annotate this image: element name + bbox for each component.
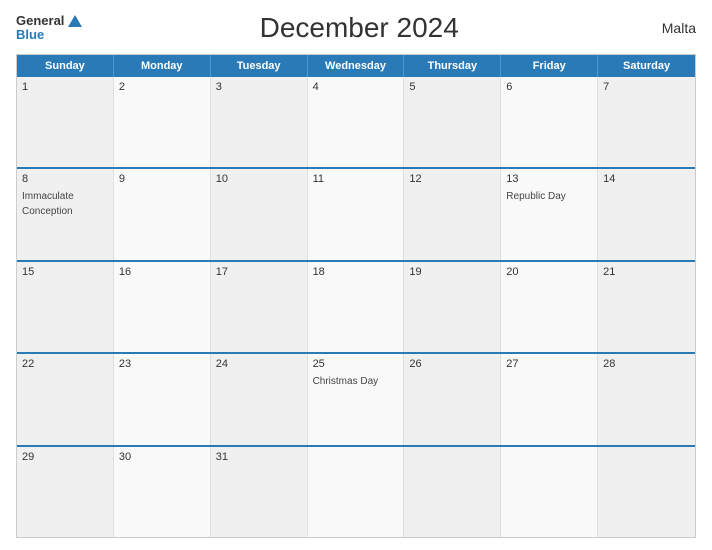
day-cell: 23 (114, 354, 211, 444)
day-cell-empty (308, 447, 405, 537)
day-headers-row: Sunday Monday Tuesday Wednesday Thursday… (17, 55, 695, 77)
country-label: Malta (636, 20, 696, 36)
week-row-3: 15 16 17 18 19 20 21 (17, 260, 695, 352)
week-row-4: 22 23 24 25 Christmas Day 26 27 28 (17, 352, 695, 444)
day-cell: 2 (114, 77, 211, 167)
day-cell: 17 (211, 262, 308, 352)
page-header: General Blue December 2024 Malta (16, 12, 696, 44)
week-row-5: 29 30 31 (17, 445, 695, 537)
day-cell: 7 (598, 77, 695, 167)
day-cell: 27 (501, 354, 598, 444)
week-row-1: 1 2 3 4 5 6 7 (17, 77, 695, 167)
week-row-2: 8 Immaculate Conception 9 10 11 12 13 Re… (17, 167, 695, 259)
calendar-page: General Blue December 2024 Malta Sunday … (0, 0, 712, 550)
calendar-grid: Sunday Monday Tuesday Wednesday Thursday… (16, 54, 696, 538)
day-cell-empty (404, 447, 501, 537)
day-cell: 10 (211, 169, 308, 259)
day-cell: 19 (404, 262, 501, 352)
day-cell: 22 (17, 354, 114, 444)
header-wednesday: Wednesday (308, 55, 405, 77)
day-cell: 1 (17, 77, 114, 167)
day-cell: 8 Immaculate Conception (17, 169, 114, 259)
day-cell: 16 (114, 262, 211, 352)
day-cell: 3 (211, 77, 308, 167)
day-cell: 13 Republic Day (501, 169, 598, 259)
day-cell: 9 (114, 169, 211, 259)
day-cell: 24 (211, 354, 308, 444)
logo: General Blue (16, 14, 82, 42)
day-cell: 4 (308, 77, 405, 167)
header-tuesday: Tuesday (211, 55, 308, 77)
calendar-title: December 2024 (82, 12, 636, 44)
day-cell: 29 (17, 447, 114, 537)
header-saturday: Saturday (598, 55, 695, 77)
day-cell: 31 (211, 447, 308, 537)
day-cell: 12 (404, 169, 501, 259)
day-cell: 11 (308, 169, 405, 259)
day-cell: 18 (308, 262, 405, 352)
day-cell-empty (598, 447, 695, 537)
day-cell: 14 (598, 169, 695, 259)
day-cell: 6 (501, 77, 598, 167)
day-cell: 20 (501, 262, 598, 352)
day-cell: 28 (598, 354, 695, 444)
day-cell: 15 (17, 262, 114, 352)
day-cell: 25 Christmas Day (308, 354, 405, 444)
day-cell: 5 (404, 77, 501, 167)
header-thursday: Thursday (404, 55, 501, 77)
day-cell: 21 (598, 262, 695, 352)
day-cell: 26 (404, 354, 501, 444)
header-monday: Monday (114, 55, 211, 77)
day-cell: 30 (114, 447, 211, 537)
day-cell-empty (501, 447, 598, 537)
weeks-container: 1 2 3 4 5 6 7 8 Immaculate Conception 9 … (17, 77, 695, 537)
header-friday: Friday (501, 55, 598, 77)
header-sunday: Sunday (17, 55, 114, 77)
